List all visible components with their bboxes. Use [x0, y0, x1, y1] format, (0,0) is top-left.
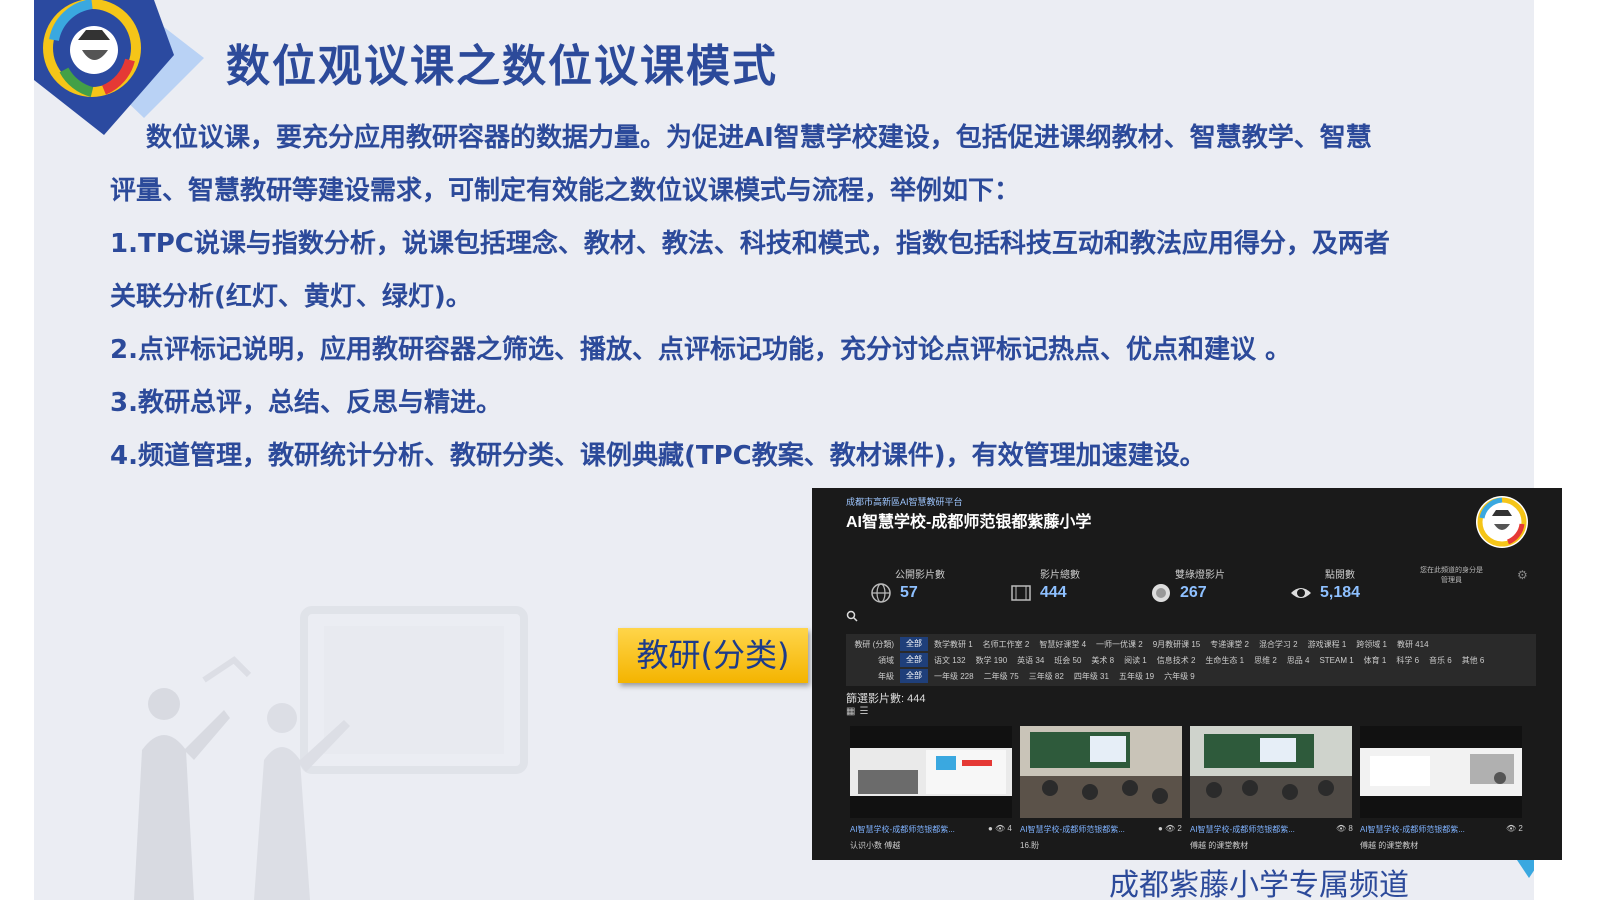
- filter-option[interactable]: 音乐 6: [1429, 655, 1452, 666]
- filter-option[interactable]: 阅读 1: [1124, 655, 1147, 666]
- body-text: 数位议课，要充分应用教研容器的数据力量。为促进AI智慧学校建设，包括促进课纲教材…: [110, 112, 1534, 483]
- stat-label: 點閱數: [1325, 570, 1355, 581]
- stat-value: 444: [1040, 584, 1067, 601]
- filter-all-button[interactable]: 全部: [900, 669, 928, 683]
- filter-option[interactable]: 名师工作室 2: [983, 639, 1030, 650]
- platform-org: 成都市高新區AI智慧教研平台: [846, 497, 963, 507]
- filter-all-button[interactable]: 全部: [900, 637, 928, 651]
- filter-option[interactable]: 数学 190: [976, 655, 1008, 666]
- filter-option[interactable]: 四年级 31: [1074, 671, 1109, 682]
- filter-option[interactable]: 一师一优课 2: [1096, 639, 1143, 650]
- filter-option[interactable]: 数学教研 1: [934, 639, 973, 650]
- list-item-1: 1.TPC说课与指数分析，说课包括理念、教材、教法、科技和模式，指数包括科技互动…: [110, 229, 1390, 259]
- filtered-count: 篩選影片數: 444: [846, 693, 926, 705]
- gear-icon[interactable]: ⚙: [1517, 568, 1528, 582]
- stat-double-green: 雙綠燈影片 267: [1140, 566, 1280, 602]
- filter-option[interactable]: 专递课堂 2: [1210, 639, 1249, 650]
- video-thumbnail[interactable]: [850, 726, 1012, 818]
- video-title[interactable]: AI智慧学校-成都师范银都紫...: [1190, 824, 1295, 835]
- video-thumbnail[interactable]: [1360, 726, 1522, 818]
- filter-option[interactable]: 思维 2: [1254, 655, 1277, 666]
- video-meta: 👁 8: [1336, 824, 1353, 833]
- page-title: 数位观议课之数位议课模式: [226, 41, 778, 92]
- filter-option[interactable]: 9月教研课 15: [1153, 639, 1201, 650]
- video-meta: ● 👁 2: [1158, 824, 1182, 833]
- list-item-4: 4.频道管理，教研统计分析、教研分类、课例典藏(TPC教案、教材课件)，有效管理…: [110, 441, 1206, 471]
- search-icon[interactable]: [846, 610, 858, 622]
- list-view-icon[interactable]: ☰: [859, 706, 872, 717]
- role-info: 您在此頻道的身分是 管理員: [1420, 567, 1483, 584]
- video-meta: ● 👁 4: [988, 824, 1012, 833]
- filter-panel: 教研 (分類) 全部 数学教研 1 名师工作室 2 智慧好课堂 4 一师一优课 …: [846, 634, 1536, 686]
- filter-option[interactable]: 跨领域 1: [1356, 639, 1387, 650]
- filter-option[interactable]: 三年级 82: [1029, 671, 1064, 682]
- stat-value: 57: [900, 584, 918, 601]
- teacher-silhouette-icon: [134, 606, 528, 900]
- stat-label: 雙綠燈影片: [1175, 570, 1225, 581]
- filter-row-grade: 年級 全部 一年级 228 二年级 75 三年级 82 四年级 31 五年级 1…: [846, 668, 1205, 684]
- filter-option[interactable]: 六年级 9: [1164, 671, 1195, 682]
- disc-icon: [1152, 584, 1170, 602]
- filter-option[interactable]: 体育 1: [1364, 655, 1387, 666]
- channel-title: AI智慧学校-成都师范银都紫藤小学: [846, 514, 1092, 531]
- filter-option[interactable]: 英语 34: [1017, 655, 1044, 666]
- list-item-1-cont: 关联分析(红灯、黄灯、绿灯)。: [110, 282, 472, 312]
- filter-option[interactable]: 游戏课程 1: [1308, 639, 1347, 650]
- filter-option[interactable]: 其他 6: [1462, 655, 1485, 666]
- video-subtitle: 16.盼: [1020, 841, 1040, 850]
- list-item-3: 3.教研总评，总结、反思与精进。: [110, 388, 502, 418]
- stat-label: 公開影片數: [895, 570, 945, 581]
- filter-option[interactable]: 思品 4: [1287, 655, 1310, 666]
- video-subtitle: 认识小数 傅越: [850, 841, 901, 850]
- filter-row-domain: 領域 全部 语文 132 数学 190 英语 34 班会 50 美术 8 阅读 …: [846, 652, 1494, 668]
- list-item-2: 2.点评标记说明，应用教研容器之筛选、播放、点评标记功能，充分讨论点评标记热点、…: [110, 335, 1292, 365]
- paragraph-line: 评量、智慧教研等建设需求，可制定有效能之数位议课模式与流程，举例如下：: [110, 176, 1021, 206]
- category-callout: 教研(分类): [618, 628, 808, 683]
- grid-view-icon[interactable]: ▦: [846, 706, 859, 717]
- filter-option[interactable]: 二年级 75: [984, 671, 1019, 682]
- channel-caption: 成都紫藤小学专属频道: [1109, 868, 1409, 900]
- view-toggle: ▦☰: [846, 706, 872, 717]
- filter-option[interactable]: 信息技术 2: [1157, 655, 1196, 666]
- platform-screenshot: 成都市高新區AI智慧教研平台 AI智慧学校-成都师范银都紫藤小学 公開影片數 5…: [812, 488, 1562, 860]
- filter-option[interactable]: 班会 50: [1054, 655, 1081, 666]
- video-meta: 👁 2: [1506, 824, 1523, 833]
- channel-logo-icon: [1476, 496, 1528, 548]
- film-icon: [1011, 585, 1031, 601]
- filter-option[interactable]: 语文 132: [934, 655, 966, 666]
- video-title[interactable]: AI智慧学校-成都师范银都紫...: [850, 824, 955, 835]
- filter-option[interactable]: 生命生态 1: [1205, 655, 1244, 666]
- filter-all-button[interactable]: 全部: [900, 653, 928, 667]
- video-thumbnail[interactable]: [1190, 726, 1352, 818]
- stat-public-videos: 公開影片數 57: [860, 566, 1000, 603]
- video-subtitle: 傅越 的课堂教材: [1360, 841, 1419, 850]
- paragraph-line: 数位议课，要充分应用教研容器的数据力量。为促进AI智慧学校建设，包括促进课纲教材…: [146, 123, 1372, 153]
- eye-icon: [1291, 588, 1311, 598]
- filter-option[interactable]: STEAM 1: [1319, 656, 1353, 665]
- stat-views: 點閱數 5,184: [1280, 566, 1420, 601]
- video-title[interactable]: AI智慧学校-成都师范银都紫...: [1360, 824, 1465, 835]
- filter-option[interactable]: 五年级 19: [1119, 671, 1154, 682]
- filter-option[interactable]: 科学 6: [1396, 655, 1419, 666]
- stat-total-videos: 影片總數 444: [1000, 566, 1140, 601]
- filter-option[interactable]: 教研 414: [1397, 639, 1429, 650]
- stat-value: 5,184: [1320, 584, 1361, 601]
- filter-option[interactable]: 混合学习 2: [1259, 639, 1298, 650]
- stat-value: 267: [1180, 584, 1207, 601]
- stat-label: 影片總數: [1040, 570, 1080, 581]
- video-subtitle: 傅越 的课堂教材: [1190, 841, 1249, 850]
- filter-option[interactable]: 智慧好课堂 4: [1039, 639, 1086, 650]
- filter-option[interactable]: 美术 8: [1091, 655, 1114, 666]
- filter-row-category: 教研 (分類) 全部 数学教研 1 名师工作室 2 智慧好课堂 4 一师一优课 …: [846, 636, 1439, 652]
- globe-icon: [871, 583, 891, 603]
- filter-option[interactable]: 一年级 228: [934, 671, 974, 682]
- video-thumbnail[interactable]: [1020, 726, 1182, 818]
- video-title[interactable]: AI智慧学校-成都师范银都紫...: [1020, 824, 1125, 835]
